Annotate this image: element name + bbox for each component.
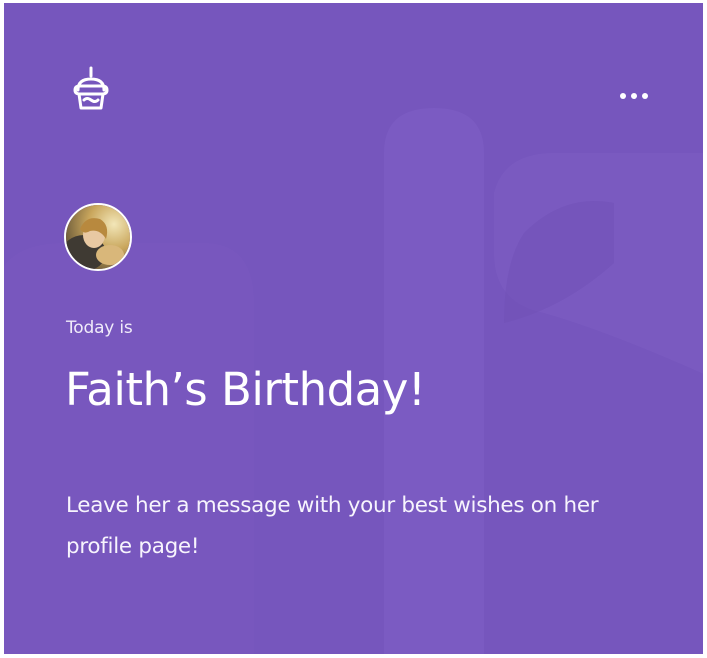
birthday-card[interactable]: Today is Faith’s Birthday! Leave her a m… [4, 3, 703, 654]
eyebrow-label: Today is [66, 318, 133, 338]
birthday-title: Faith’s Birthday! [65, 363, 426, 416]
more-options-icon [642, 93, 648, 99]
avatar-photo [66, 205, 130, 269]
more-options-button[interactable] [608, 83, 660, 109]
birthday-cake-icon [73, 66, 109, 110]
avatar[interactable] [64, 203, 132, 271]
birthday-message: Leave her a message with your best wishe… [66, 493, 599, 559]
more-options-icon [631, 93, 637, 99]
more-options-icon [620, 93, 626, 99]
